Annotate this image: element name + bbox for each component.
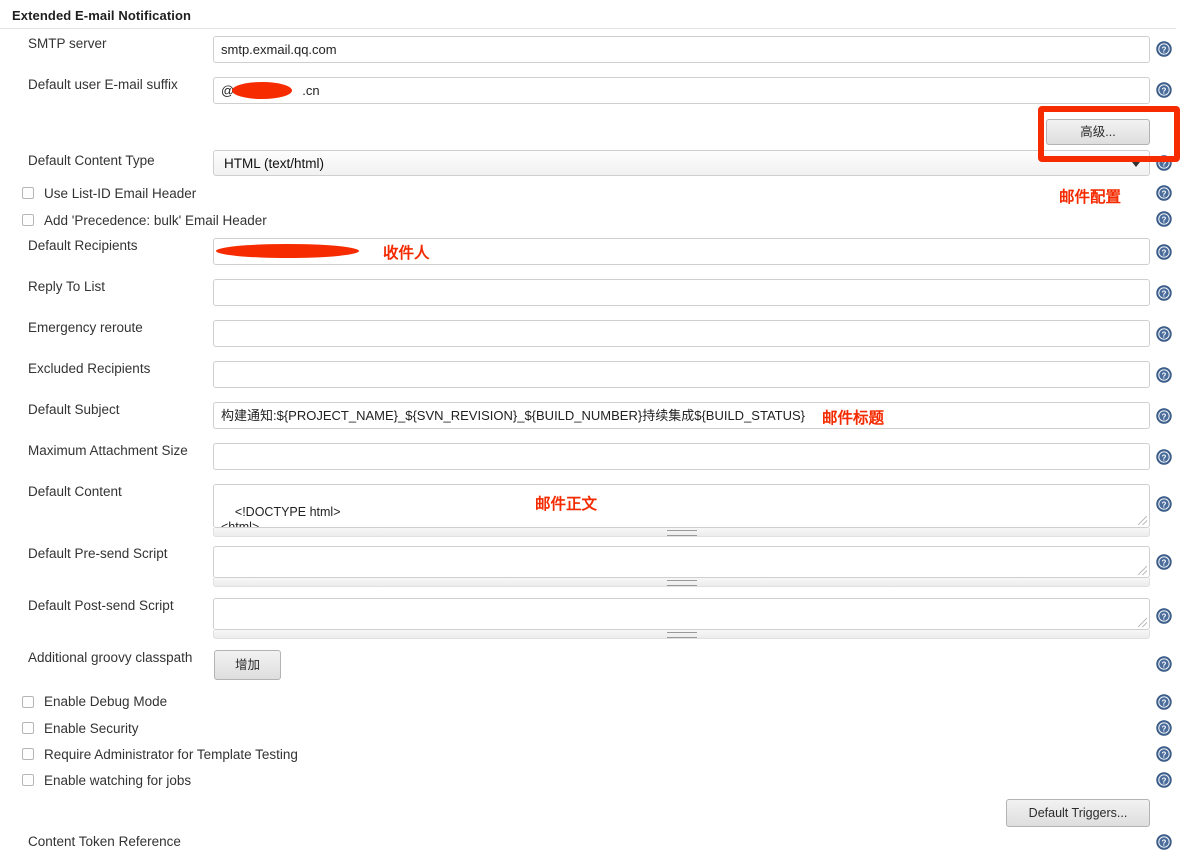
label-enable-security: Enable Security	[44, 721, 139, 736]
smtp-server-input[interactable]: smtp.exmail.qq.com	[213, 36, 1150, 63]
svg-text:?: ?	[1162, 724, 1167, 733]
label-content-token-reference: Content Token Reference	[28, 834, 181, 849]
svg-text:?: ?	[1162, 159, 1167, 168]
checkbox-precedence-bulk[interactable]	[22, 214, 34, 226]
excluded-recipients-input[interactable]	[213, 361, 1150, 388]
pre-send-script-resize-grip[interactable]	[213, 578, 1150, 587]
help-icon-reply-to-list[interactable]: ?	[1156, 285, 1172, 301]
svg-text:?: ?	[1162, 453, 1167, 462]
svg-text:?: ?	[1162, 371, 1167, 380]
help-icon-smtp-server[interactable]: ?	[1156, 41, 1172, 57]
label-excluded-recipients: Excluded Recipients	[28, 361, 151, 376]
svg-text:?: ?	[1162, 412, 1167, 421]
label-smtp-server: SMTP server	[28, 36, 107, 51]
resize-corner-icon[interactable]	[1138, 618, 1147, 627]
section-title: Extended E-mail Notification	[12, 8, 192, 23]
reply-to-list-input[interactable]	[213, 279, 1150, 306]
svg-text:?: ?	[1162, 838, 1167, 847]
svg-text:?: ?	[1162, 215, 1167, 224]
label-emergency-reroute: Emergency reroute	[28, 320, 143, 335]
help-icon-email-suffix[interactable]: ?	[1156, 82, 1172, 98]
label-default-content: Default Content	[28, 484, 122, 499]
help-icon-enable-security[interactable]: ?	[1156, 720, 1172, 736]
add-classpath-button[interactable]: 增加	[214, 650, 281, 680]
content-type-selected-value: HTML (text/html)	[224, 156, 325, 171]
svg-text:?: ?	[1162, 698, 1167, 707]
extended-email-notification-page: Extended E-mail Notification SMTP server…	[0, 0, 1188, 857]
annotation-mail-subject: 邮件标题	[822, 410, 885, 427]
svg-text:?: ?	[1162, 660, 1167, 669]
checkbox-require-administrator[interactable]	[22, 748, 34, 760]
chevron-down-icon	[1132, 162, 1140, 167]
redaction-mark-email-suffix	[232, 82, 292, 99]
label-groovy-classpath: Additional groovy classpath	[28, 650, 193, 665]
header-divider	[0, 28, 1176, 29]
svg-text:?: ?	[1162, 612, 1167, 621]
help-icon-default-content[interactable]: ?	[1156, 496, 1172, 512]
emergency-reroute-input[interactable]	[213, 320, 1150, 347]
label-enable-watching: Enable watching for jobs	[44, 773, 192, 788]
email-suffix-input[interactable]: @ .cn	[213, 77, 1150, 104]
help-icon-default-recipients[interactable]: ?	[1156, 244, 1172, 260]
annotation-mail-config: 邮件配置	[1059, 189, 1122, 206]
label-post-send-script: Default Post-send Script	[28, 598, 174, 613]
svg-text:?: ?	[1162, 45, 1167, 54]
help-icon-enable-debug-mode[interactable]: ?	[1156, 694, 1172, 710]
email-suffix-tld: .cn	[302, 83, 320, 98]
help-icon-excluded-recipients[interactable]: ?	[1156, 367, 1172, 383]
checkbox-enable-debug-mode[interactable]	[22, 696, 34, 708]
svg-text:?: ?	[1162, 500, 1167, 509]
label-default-recipients: Default Recipients	[28, 238, 138, 253]
post-send-script-textarea[interactable]	[213, 598, 1150, 630]
help-icon-emergency-reroute[interactable]: ?	[1156, 326, 1172, 342]
svg-text:?: ?	[1162, 558, 1167, 567]
default-content-textarea[interactable]: <!DOCTYPE html> <html> <head>	[213, 484, 1150, 528]
help-icon-max-attachment-size[interactable]: ?	[1156, 449, 1172, 465]
resize-corner-icon[interactable]	[1138, 566, 1147, 575]
advanced-button[interactable]: 高级...	[1046, 119, 1150, 145]
annotation-mail-body: 邮件正文	[535, 496, 598, 513]
label-use-list-id: Use List-ID Email Header	[44, 186, 197, 201]
pre-send-script-textarea[interactable]	[213, 546, 1150, 578]
label-default-subject: Default Subject	[28, 402, 120, 417]
help-icon-groovy-classpath[interactable]: ?	[1156, 656, 1172, 672]
svg-text:?: ?	[1162, 776, 1167, 785]
label-max-attachment-size: Maximum Attachment Size	[28, 443, 188, 458]
default-subject-input[interactable]: 构建通知:${PROJECT_NAME}_${SVN_REVISION}_${B…	[213, 402, 1150, 429]
help-icon-pre-send-script[interactable]: ?	[1156, 554, 1172, 570]
help-icon-content-type[interactable]: ?	[1156, 155, 1172, 171]
label-require-administrator: Require Administrator for Template Testi…	[44, 747, 298, 762]
svg-text:?: ?	[1162, 330, 1167, 339]
label-precedence-bulk: Add 'Precedence: bulk' Email Header	[44, 213, 267, 228]
default-triggers-button[interactable]: Default Triggers...	[1006, 799, 1150, 827]
checkbox-enable-security[interactable]	[22, 722, 34, 734]
redaction-mark-default-recipients	[216, 244, 359, 258]
content-type-select[interactable]: HTML (text/html)	[213, 150, 1150, 176]
checkbox-enable-watching[interactable]	[22, 774, 34, 786]
help-icon-precedence-bulk[interactable]: ?	[1156, 211, 1172, 227]
checkbox-use-list-id[interactable]	[22, 187, 34, 199]
label-enable-debug-mode: Enable Debug Mode	[44, 694, 168, 709]
label-reply-to-list: Reply To List	[28, 279, 106, 294]
resize-corner-icon[interactable]	[1138, 516, 1147, 525]
help-icon-post-send-script[interactable]: ?	[1156, 608, 1172, 624]
help-icon-use-list-id[interactable]: ?	[1156, 185, 1172, 201]
label-pre-send-script: Default Pre-send Script	[28, 546, 168, 561]
max-attachment-size-input[interactable]	[213, 443, 1150, 470]
default-content-resize-grip[interactable]	[213, 528, 1150, 537]
post-send-script-resize-grip[interactable]	[213, 630, 1150, 639]
default-content-value: <!DOCTYPE html> <html> <head>	[221, 504, 341, 528]
svg-text:?: ?	[1162, 248, 1167, 257]
help-icon-enable-watching[interactable]: ?	[1156, 772, 1172, 788]
label-email-suffix: Default user E-mail suffix	[28, 77, 178, 92]
svg-text:?: ?	[1162, 750, 1167, 759]
annotation-recipient: 收件人	[383, 245, 430, 262]
help-icon-default-subject[interactable]: ?	[1156, 408, 1172, 424]
help-icon-content-token-reference[interactable]: ?	[1156, 834, 1172, 850]
label-content-type: Default Content Type	[28, 153, 155, 168]
help-icon-require-administrator[interactable]: ?	[1156, 746, 1172, 762]
svg-text:?: ?	[1162, 289, 1167, 298]
svg-text:?: ?	[1162, 189, 1167, 198]
svg-text:?: ?	[1162, 86, 1167, 95]
